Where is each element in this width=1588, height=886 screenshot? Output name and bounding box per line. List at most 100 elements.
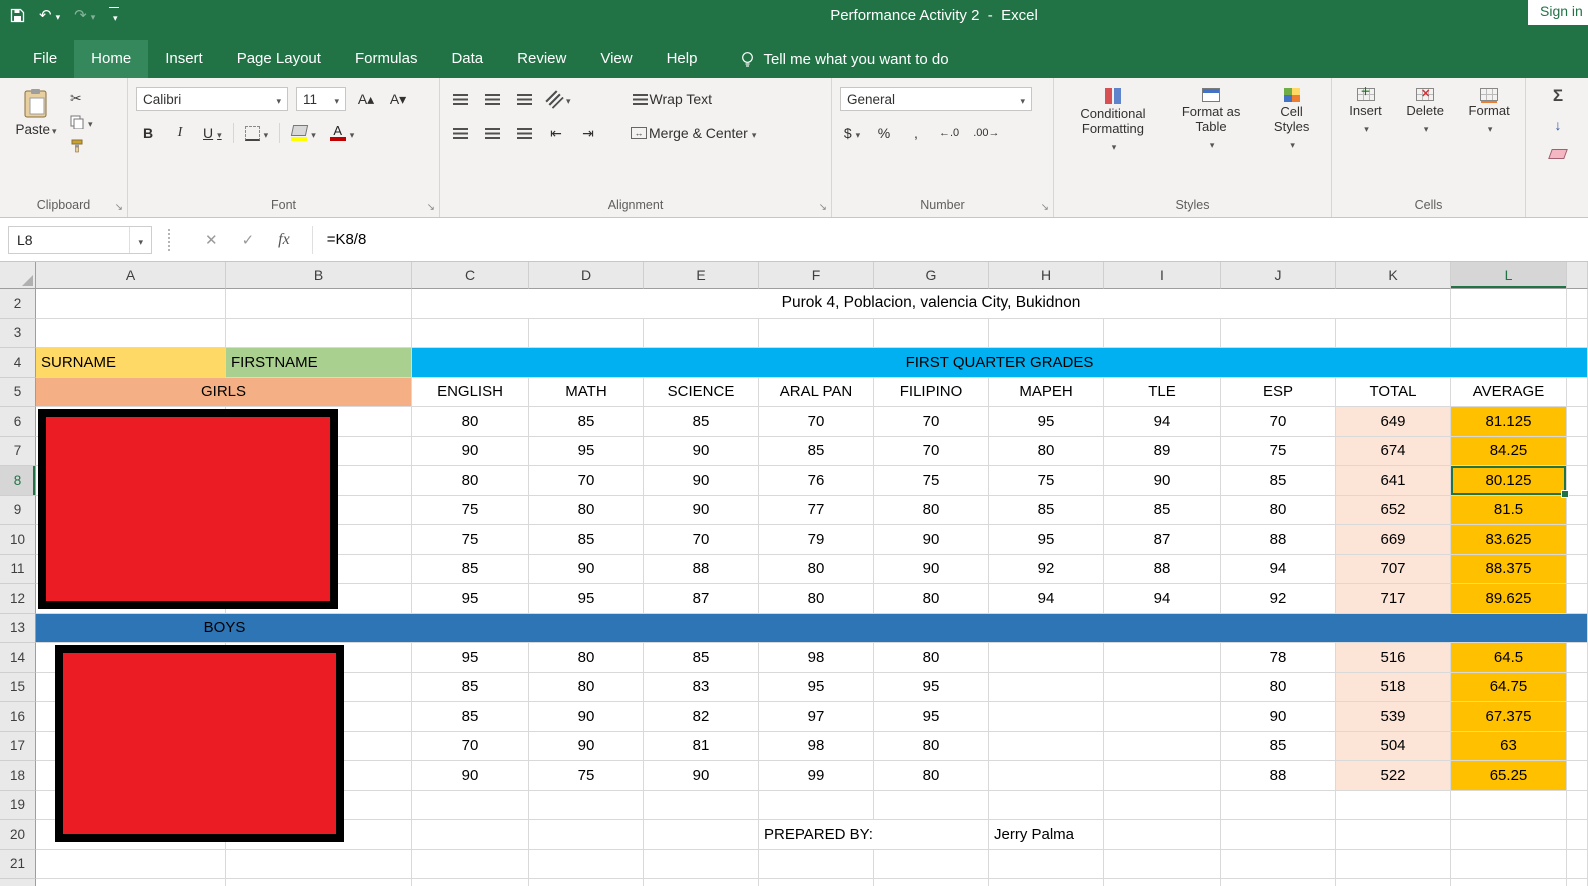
cell-L22[interactable] [1451, 879, 1567, 886]
accounting-format-button[interactable]: $ [840, 121, 864, 145]
bold-button[interactable]: B [136, 121, 160, 145]
cell-F3[interactable] [759, 318, 874, 348]
cell-K15[interactable]: 518 [1336, 672, 1451, 702]
insert-function-button[interactable]: fx [278, 231, 290, 249]
cell-H6[interactable]: 95 [989, 407, 1104, 437]
cell-J9[interactable]: 80 [1221, 495, 1336, 525]
row-header-9[interactable]: 9 [0, 495, 36, 525]
cell-M8[interactable] [1567, 466, 1588, 496]
column-header-J[interactable]: J [1221, 262, 1336, 289]
cell-M3[interactable] [1567, 318, 1588, 348]
increase-decimal-button[interactable]: ←.0 [936, 121, 962, 145]
cell-M10[interactable] [1567, 525, 1588, 555]
cell-C11[interactable]: 85 [412, 554, 529, 584]
merge-center-button[interactable]: Merge & Center [628, 121, 759, 145]
column-label-total[interactable]: TOTAL [1336, 377, 1451, 407]
row-header-11[interactable]: 11 [0, 554, 36, 584]
tab-formulas[interactable]: Formulas [338, 40, 435, 78]
cell-K21[interactable] [1336, 849, 1451, 879]
cell-J10[interactable]: 88 [1221, 525, 1336, 555]
orientation-button[interactable] [544, 87, 574, 111]
cell-H7[interactable]: 80 [989, 436, 1104, 466]
cell-F12[interactable]: 80 [759, 584, 874, 614]
cell-address-line[interactable]: Purok 4, Poblacion, valencia City, Bukid… [412, 289, 1451, 319]
cell-L9[interactable]: 81.5 [1451, 495, 1567, 525]
cell-D16[interactable]: 90 [529, 702, 644, 732]
cell-K22[interactable] [1336, 879, 1451, 886]
row-header-7[interactable]: 7 [0, 436, 36, 466]
cell-F18[interactable]: 99 [759, 761, 874, 791]
cell-F6[interactable]: 70 [759, 407, 874, 437]
row-header-3[interactable]: 3 [0, 318, 36, 348]
cell-C15[interactable]: 85 [412, 672, 529, 702]
cell-L11[interactable]: 88.375 [1451, 554, 1567, 584]
cell-G6[interactable]: 70 [874, 407, 989, 437]
cell-C18[interactable]: 90 [412, 761, 529, 791]
cell-M15[interactable] [1567, 672, 1588, 702]
name-box[interactable]: L8 [8, 225, 152, 254]
cell-J20[interactable] [1221, 820, 1336, 850]
cell-I18[interactable] [1104, 761, 1221, 791]
cell-G14[interactable]: 80 [874, 643, 989, 673]
formula-input[interactable]: =K8/8 [323, 231, 1588, 248]
cell-L7[interactable]: 84.25 [1451, 436, 1567, 466]
cell-H9[interactable]: 85 [989, 495, 1104, 525]
row-header-6[interactable]: 6 [0, 407, 36, 437]
cell-F11[interactable]: 80 [759, 554, 874, 584]
cell-J18[interactable]: 88 [1221, 761, 1336, 791]
insert-cells-button[interactable]: Insert [1343, 85, 1388, 195]
bottom-align-button[interactable] [512, 87, 536, 111]
cell-H22[interactable] [989, 879, 1104, 886]
cell-G11[interactable]: 90 [874, 554, 989, 584]
font-color-button[interactable] [327, 121, 358, 145]
row-header-16[interactable]: 16 [0, 702, 36, 732]
column-header-G[interactable]: G [874, 262, 989, 289]
cell-I8[interactable]: 90 [1104, 466, 1221, 496]
cell-E10[interactable]: 70 [644, 525, 759, 555]
font-size-select[interactable]: 11 [296, 87, 346, 111]
cell-F16[interactable]: 97 [759, 702, 874, 732]
sign-in-button[interactable]: Sign in [1528, 0, 1588, 25]
clipboard-dialog-launcher[interactable]: ↘ [115, 202, 123, 213]
cell-M11[interactable] [1567, 554, 1588, 584]
cell-F9[interactable]: 77 [759, 495, 874, 525]
comma-style-button[interactable]: , [904, 121, 928, 145]
cell-H11[interactable]: 92 [989, 554, 1104, 584]
cell-D15[interactable]: 80 [529, 672, 644, 702]
enter-button[interactable]: ✓ [242, 231, 255, 249]
cell-K8[interactable]: 641 [1336, 466, 1451, 496]
tab-review[interactable]: Review [500, 40, 583, 78]
column-label-math[interactable]: MATH [529, 377, 644, 407]
cell-E15[interactable]: 83 [644, 672, 759, 702]
undo-button[interactable]: ↶ [39, 8, 60, 23]
row-header-13[interactable]: 13 [0, 613, 36, 643]
column-header-B[interactable]: B [226, 262, 412, 289]
cell-J12[interactable]: 92 [1221, 584, 1336, 614]
cell-L19[interactable] [1451, 790, 1567, 820]
formula-bar-drag-handle[interactable] [168, 228, 171, 251]
cell-F22[interactable] [759, 879, 874, 886]
cell-L15[interactable]: 64.75 [1451, 672, 1567, 702]
paste-button[interactable]: Paste [8, 86, 64, 195]
cell-C16[interactable]: 85 [412, 702, 529, 732]
cell-K10[interactable]: 669 [1336, 525, 1451, 555]
cell-D3[interactable] [529, 318, 644, 348]
cell-J19[interactable] [1221, 790, 1336, 820]
cell-A21[interactable] [36, 849, 226, 879]
tab-home[interactable]: Home [74, 40, 149, 78]
cell-K3[interactable] [1336, 318, 1451, 348]
row-header-17[interactable]: 17 [0, 731, 36, 761]
cell-H8[interactable]: 75 [989, 466, 1104, 496]
cell-J11[interactable]: 94 [1221, 554, 1336, 584]
cell-D20[interactable] [529, 820, 644, 850]
cell-E14[interactable]: 85 [644, 643, 759, 673]
row-header-20[interactable]: 20 [0, 820, 36, 850]
cell-H10[interactable]: 95 [989, 525, 1104, 555]
redo-button[interactable]: ↷ [74, 8, 95, 23]
delete-cells-button[interactable]: Delete [1400, 86, 1450, 195]
cell-I19[interactable] [1104, 790, 1221, 820]
customize-quick-access-button[interactable] [109, 6, 120, 24]
cell-F10[interactable]: 79 [759, 525, 874, 555]
cell-M19[interactable] [1567, 790, 1588, 820]
format-as-table-button[interactable]: Format as Table [1170, 86, 1252, 195]
